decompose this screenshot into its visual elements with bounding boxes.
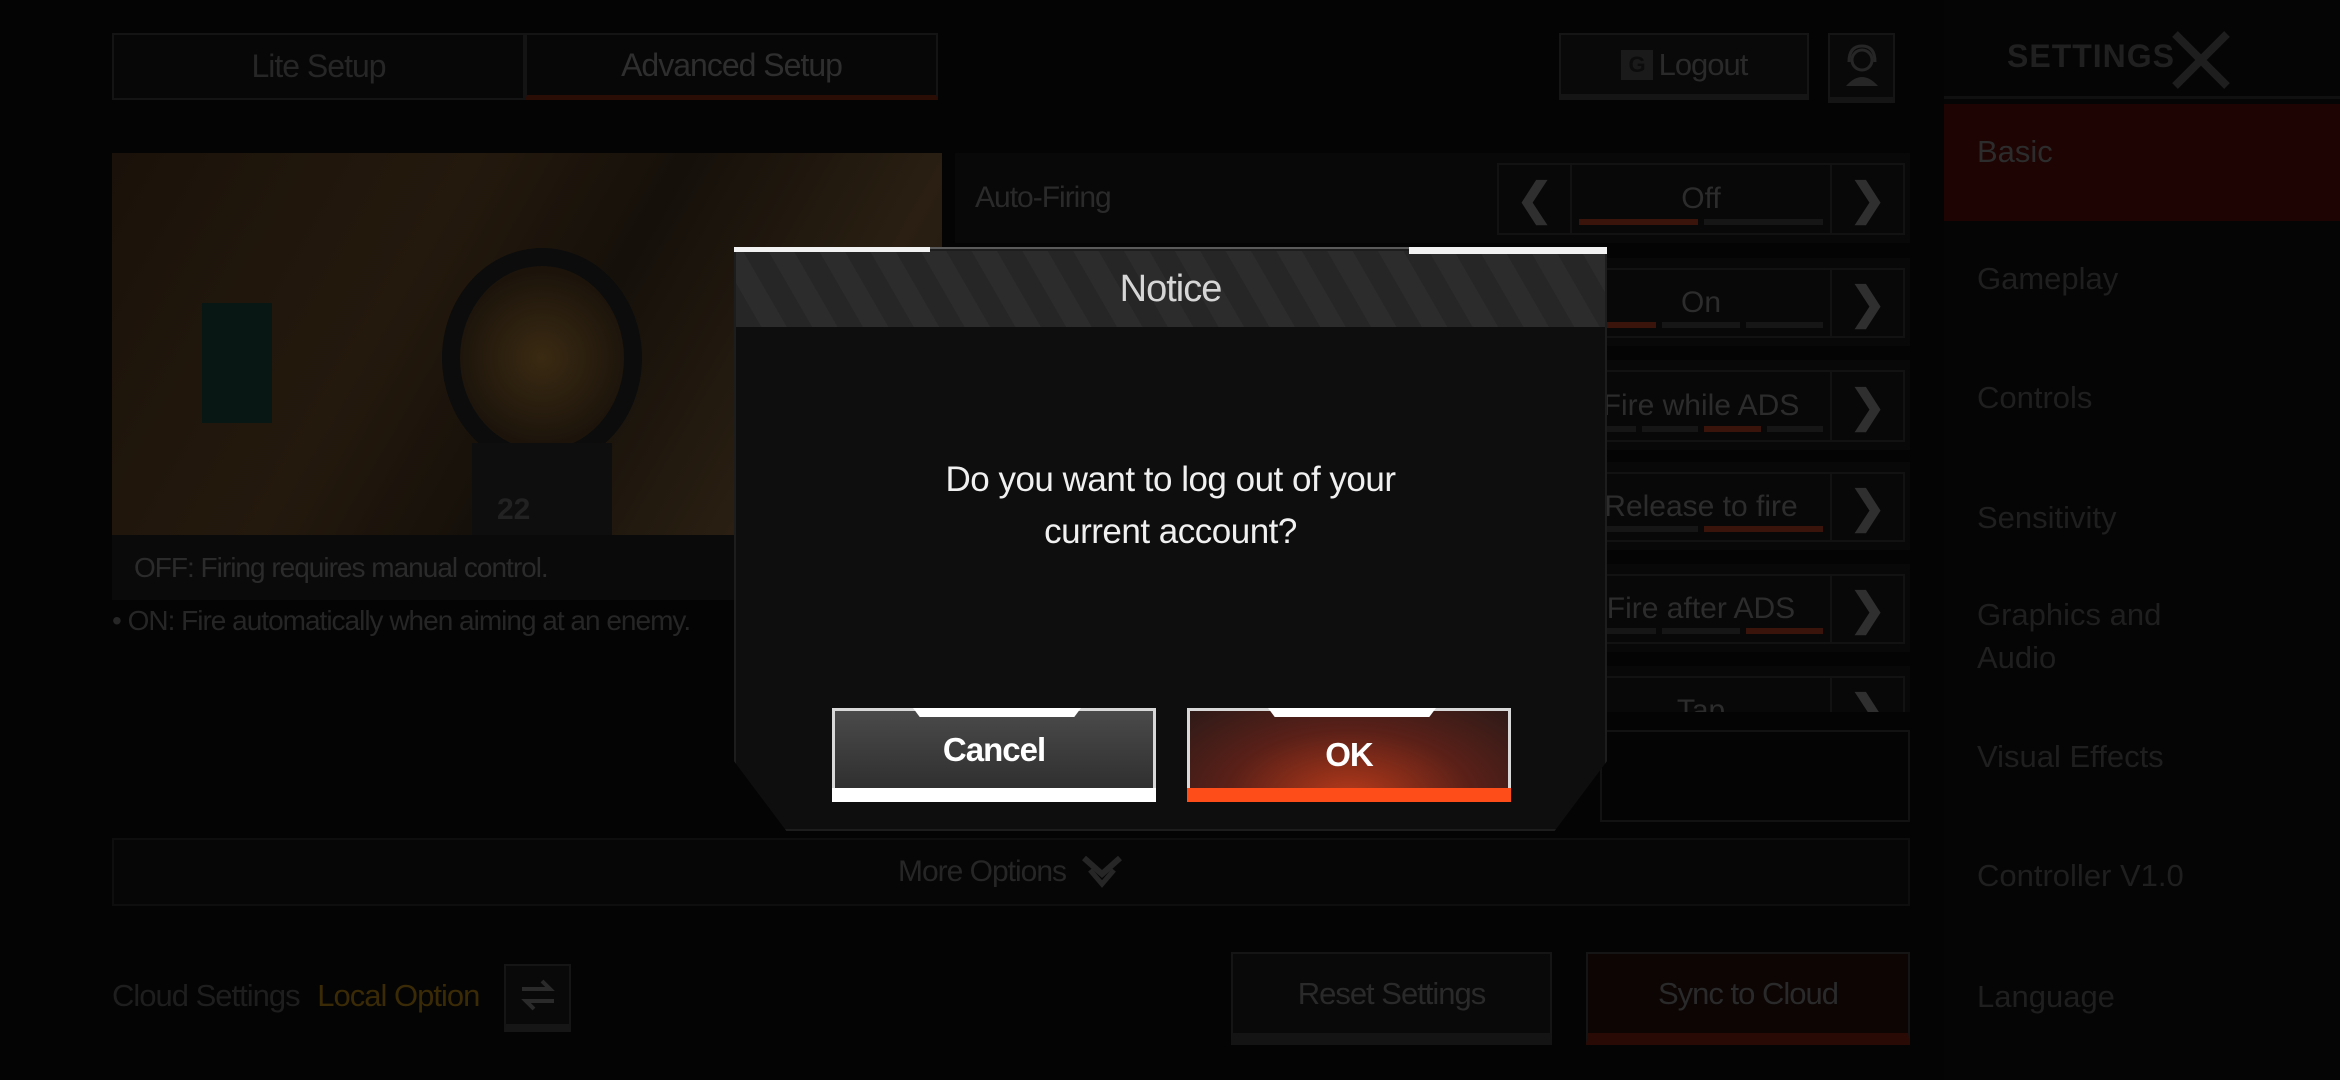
tab-lite-setup[interactable]: Lite Setup xyxy=(112,33,525,100)
dialog-title: Notice xyxy=(1119,267,1223,310)
headset-agent-icon xyxy=(1845,44,1878,86)
cloud-settings: Cloud Settings Local Option xyxy=(112,978,480,1014)
sync-label: Sync to Cloud xyxy=(1658,975,1839,1011)
cloud-settings-value: Local Option xyxy=(317,978,480,1013)
support-button[interactable] xyxy=(1828,33,1895,103)
option-indicator xyxy=(1579,219,1823,225)
button-bar xyxy=(832,788,1156,802)
ok-label: OK xyxy=(1325,736,1373,773)
tab-label: Lite Setup xyxy=(251,48,386,84)
reset-settings-button[interactable]: Reset Settings xyxy=(1231,952,1552,1045)
chevron-right-icon[interactable]: ❯ xyxy=(1830,474,1903,540)
indicator-segment xyxy=(1766,426,1823,432)
sidebar-item-visual-effects[interactable]: Visual Effects xyxy=(1977,735,2164,778)
notice-dialog: Notice Do you want to log out of your cu… xyxy=(734,249,1607,831)
sidebar-item-sensitivity[interactable]: Sensitivity xyxy=(1977,496,2117,539)
chevron-right-icon[interactable]: ❯ xyxy=(1830,165,1903,233)
more-options-button[interactable]: More Options xyxy=(112,838,1910,906)
button-notch xyxy=(913,708,1081,717)
reset-label: Reset Settings xyxy=(1297,975,1487,1011)
sidebar-item-language[interactable]: Language xyxy=(1977,975,2115,1018)
option-indicator xyxy=(1579,628,1823,634)
setting-label: Auto-Firing xyxy=(975,181,1112,214)
settings-title: SETTINGS xyxy=(2007,38,2176,74)
option-value: Tap xyxy=(1676,694,1726,712)
settings-panel-box xyxy=(1600,730,1910,822)
indicator-segment xyxy=(1579,219,1698,225)
option-indicator xyxy=(1579,526,1823,532)
tab-label: Advanced Setup xyxy=(621,46,843,83)
cancel-button[interactable]: Cancel xyxy=(832,708,1156,802)
option-indicator xyxy=(1579,322,1823,328)
ammo-count: 22 xyxy=(497,493,531,526)
indicator-segment xyxy=(1704,219,1823,225)
indicator-segment xyxy=(1641,426,1698,432)
settings-sidebar: SETTINGS Basic Gameplay Controls Sensitivit… xyxy=(1944,0,2340,1080)
logout-label: Logout xyxy=(1658,46,1749,82)
hud-element xyxy=(202,303,272,423)
tab-advanced-setup[interactable]: Advanced Setup xyxy=(525,33,938,100)
sync-to-cloud-button[interactable]: Sync to Cloud xyxy=(1586,952,1910,1045)
chevron-right-icon[interactable]: ❯ xyxy=(1830,678,1903,712)
indicator-segment xyxy=(1662,322,1740,328)
logout-button[interactable]: G Logout xyxy=(1559,33,1809,100)
divider xyxy=(1944,96,2340,99)
indicator-segment xyxy=(1704,426,1761,432)
indicator-segment xyxy=(1662,628,1740,634)
close-icon[interactable] xyxy=(2171,30,2231,90)
sidebar-item-controls[interactable]: Controls xyxy=(1977,376,2092,419)
dialog-top-edge-right xyxy=(1409,247,1607,254)
cancel-label: Cancel xyxy=(942,731,1046,768)
indicator-segment xyxy=(1745,322,1823,328)
indicator-segment xyxy=(1745,628,1823,634)
setting-row: Auto-Firing ❮ Off ❯ xyxy=(955,153,1910,243)
sidebar-item-basic[interactable]: Basic xyxy=(1977,130,2053,173)
chevron-right-icon[interactable]: ❯ xyxy=(1830,576,1903,642)
indicator-segment xyxy=(1704,526,1823,532)
double-chevron-down-icon xyxy=(1082,855,1123,888)
chevron-left-icon[interactable]: ❮ xyxy=(1499,165,1572,233)
dialog-header: Notice xyxy=(736,251,1605,327)
preview-note: • ON: Fire automatically when aiming at … xyxy=(112,605,691,636)
weapon-scope xyxy=(442,248,642,468)
sidebar-item-graphics-and-audio[interactable]: Graphics and Audio xyxy=(1977,593,2177,679)
google-g-icon: G xyxy=(1620,49,1653,80)
chevron-right-icon[interactable]: ❯ xyxy=(1830,372,1903,440)
button-bar xyxy=(1187,788,1511,802)
more-options-label: More Options xyxy=(897,855,1067,888)
caption-text: OFF: Firing requires manual control. xyxy=(134,551,549,583)
button-notch xyxy=(1268,708,1436,717)
option-indicator xyxy=(1579,426,1823,432)
swap-cloud-option-button[interactable] xyxy=(504,964,571,1032)
chevron-right-icon[interactable]: ❯ xyxy=(1830,270,1903,336)
option-selector: ❮ Off ❯ xyxy=(1497,163,1905,235)
dialog-message: Do you want to log out of your current a… xyxy=(945,460,1397,551)
swap-arrows-icon xyxy=(520,979,555,1011)
sidebar-item-gameplay[interactable]: Gameplay xyxy=(1977,257,2118,300)
weapon-body: 22 xyxy=(472,443,612,535)
ok-button[interactable]: OK xyxy=(1187,708,1511,802)
sidebar-item-controller-v1-0[interactable]: Controller V1.0 xyxy=(1977,854,2184,897)
dialog-top-edge-left xyxy=(734,247,930,252)
cloud-settings-label: Cloud Settings xyxy=(112,978,301,1013)
